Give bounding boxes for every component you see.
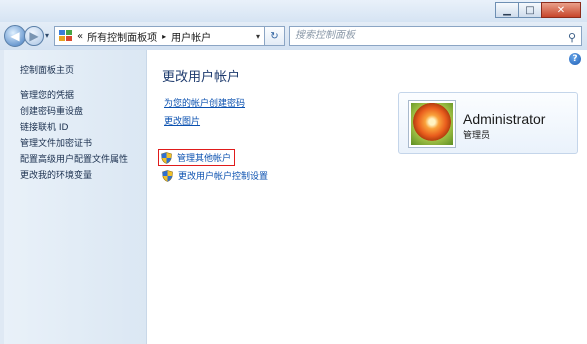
account-card: Administrator 管理员 bbox=[398, 92, 578, 154]
sidebar-control-panel-home[interactable]: 控制面板主页 bbox=[20, 63, 74, 76]
sidebar-item-file-encryption-certificates[interactable]: 管理文件加密证书 bbox=[20, 136, 128, 152]
uac-settings-link[interactable]: 更改用户帐户控制设置 bbox=[162, 169, 268, 182]
account-role: 管理员 bbox=[463, 131, 491, 141]
uac-shield-icon bbox=[162, 169, 173, 182]
close-button[interactable]: ✕ bbox=[541, 2, 581, 18]
forward-arrow-icon: ▶ bbox=[29, 29, 39, 43]
breadcrumb-overflow[interactable]: « bbox=[77, 31, 83, 42]
sidebar: 控制面板主页 管理您的凭据 创建密码重设盘 链接联机 ID 管理文件加密证书 配… bbox=[4, 50, 147, 344]
sidebar-item-advanced-profile-properties[interactable]: 配置高级用户配置文件属性 bbox=[20, 152, 128, 168]
back-arrow-icon: ◀ bbox=[10, 29, 20, 43]
manage-other-accounts-label: 管理其他帐户 bbox=[177, 154, 232, 164]
sidebar-task-list: 管理您的凭据 创建密码重设盘 链接联机 ID 管理文件加密证书 配置高级用户配置… bbox=[20, 88, 128, 184]
address-dropdown-icon[interactable]: ▾ bbox=[256, 32, 260, 41]
maximize-button[interactable]: □ bbox=[518, 2, 542, 18]
avatar[interactable] bbox=[409, 101, 455, 147]
create-password-link[interactable]: 为您的帐户创建密码 bbox=[164, 96, 245, 109]
refresh-icon: ↻ bbox=[270, 30, 279, 42]
account-name: Administrator bbox=[463, 111, 546, 127]
manage-other-accounts-link[interactable]: 管理其他帐户 bbox=[158, 149, 236, 166]
breadcrumb-user-accounts[interactable]: 用户帐户 bbox=[171, 29, 211, 44]
uac-shield-icon bbox=[161, 151, 172, 164]
breadcrumb-separator-icon[interactable]: ▸ bbox=[162, 32, 166, 41]
sidebar-item-link-online-id[interactable]: 链接联机 ID bbox=[20, 120, 128, 136]
recent-pages-dropdown[interactable]: ▾ bbox=[45, 31, 49, 40]
forward-button[interactable]: ▶ bbox=[24, 26, 44, 46]
change-picture-link[interactable]: 更改图片 bbox=[164, 114, 200, 127]
page-title: 更改用户帐户 bbox=[162, 70, 241, 85]
search-placeholder: 搜索控制面板 bbox=[295, 30, 355, 41]
address-bar[interactable]: « 所有控制面板项 ▸ 用户帐户 ▾ bbox=[54, 26, 265, 46]
navigation-bar: ◀ ▶ ▾ « 所有控制面板项 ▸ 用户帐户 ▾ ↻ 搜索控制面板 ⚲ bbox=[0, 22, 587, 50]
back-button[interactable]: ◀ bbox=[4, 25, 26, 47]
sidebar-item-password-reset-disk[interactable]: 创建密码重设盘 bbox=[20, 104, 128, 120]
uac-settings-label: 更改用户帐户控制设置 bbox=[178, 172, 269, 182]
control-panel-icon bbox=[59, 30, 72, 42]
search-input[interactable]: 搜索控制面板 ⚲ bbox=[289, 26, 582, 46]
search-icon[interactable]: ⚲ bbox=[568, 29, 576, 47]
window-titlebar: ▁ □ ✕ bbox=[0, 0, 587, 22]
sidebar-item-manage-credentials[interactable]: 管理您的凭据 bbox=[20, 88, 128, 104]
minimize-button[interactable]: ▁ bbox=[495, 2, 519, 18]
refresh-button[interactable]: ↻ bbox=[265, 26, 285, 46]
breadcrumb-all-control-panel-items[interactable]: 所有控制面板项 bbox=[87, 29, 157, 44]
sidebar-item-environment-variables[interactable]: 更改我的环境变量 bbox=[20, 168, 128, 184]
help-icon[interactable]: ? bbox=[569, 53, 581, 65]
main-content: ? 更改用户帐户 为您的帐户创建密码 更改图片 管理其他帐户 更改用户帐户控制设… bbox=[147, 50, 587, 344]
window-controls: ▁ □ ✕ bbox=[495, 2, 581, 18]
